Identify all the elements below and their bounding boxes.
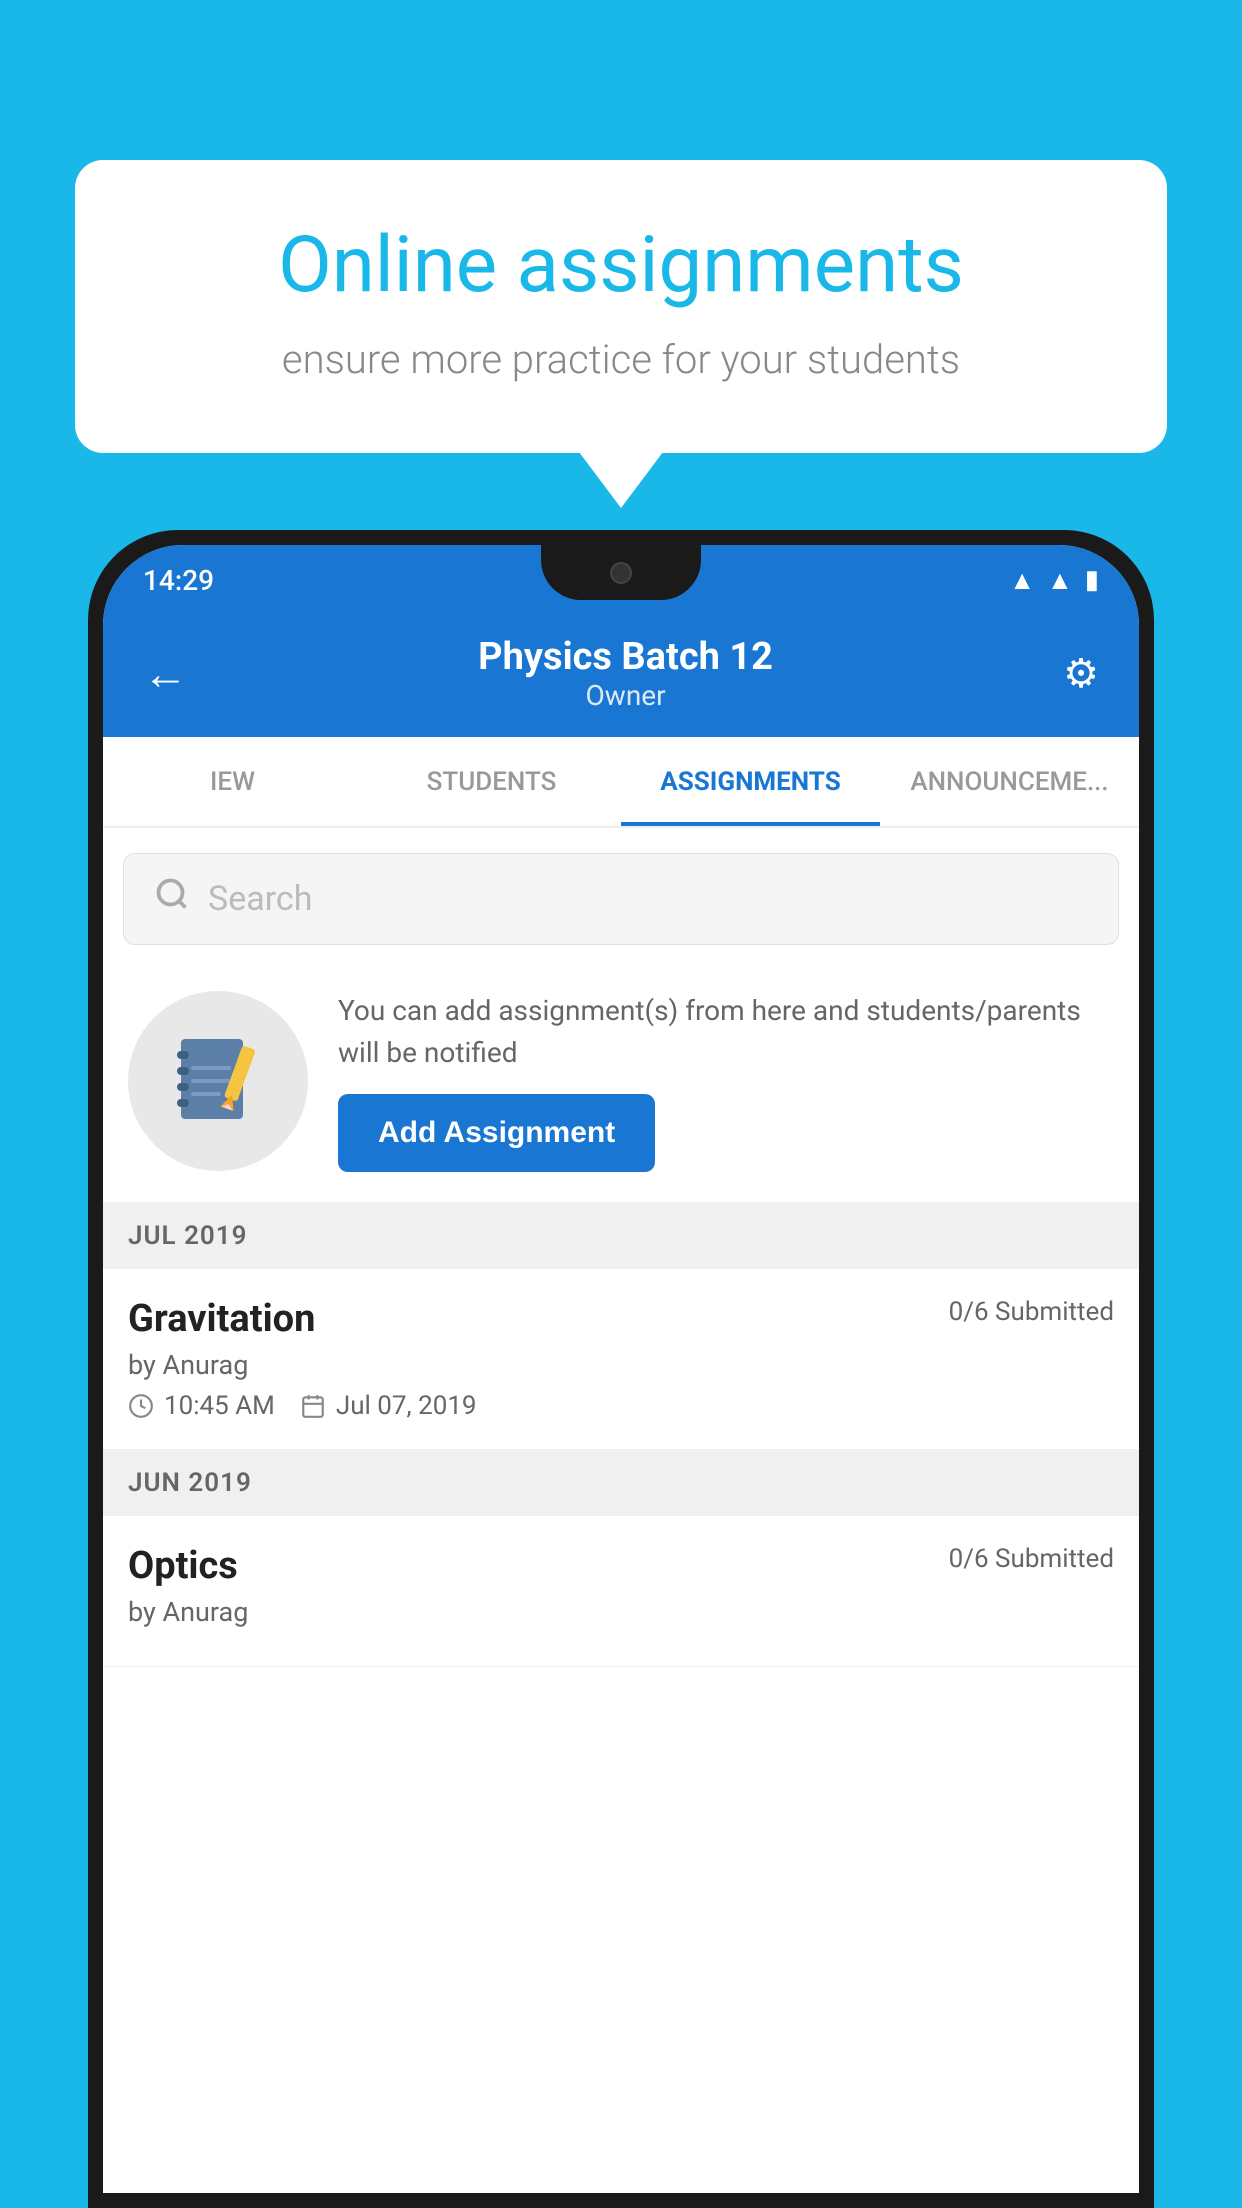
phone-device: 14:29 ▲ ▲ ▮ ← Physics Batch 12 <box>88 530 1154 2208</box>
signal-icon: ▲ <box>1047 565 1073 596</box>
month-header-jul: JUL 2019 <box>103 1203 1139 1269</box>
speech-bubble: Online assignments ensure more practice … <box>75 160 1167 453</box>
tabs-bar: IEW STUDENTS ASSIGNMENTS ANNOUNCEME... <box>103 737 1139 828</box>
tab-iew[interactable]: IEW <box>103 737 362 826</box>
speech-bubble-title: Online assignments <box>145 220 1097 311</box>
assignment-title-optics: Optics <box>128 1544 238 1588</box>
time-meta: 10:45 AM <box>128 1391 275 1421</box>
assignment-item-gravitation[interactable]: Gravitation 0/6 Submitted by Anurag 10:4… <box>103 1269 1139 1450</box>
assignment-author-optics: by Anurag <box>128 1596 1114 1628</box>
assignment-top: Gravitation 0/6 Submitted <box>128 1297 1114 1341</box>
speech-bubble-subtitle: ensure more practice for your students <box>145 336 1097 383</box>
header-title: Physics Batch 12 <box>478 635 773 679</box>
assignment-submitted-optics: 0/6 Submitted <box>949 1544 1114 1574</box>
status-bar: 14:29 ▲ ▲ ▮ <box>103 545 1139 615</box>
battery-icon: ▮ <box>1085 565 1099 595</box>
wifi-icon: ▲ <box>1009 565 1035 596</box>
header-subtitle: Owner <box>478 679 773 712</box>
date-meta: Jul 07, 2019 <box>300 1391 477 1421</box>
promo-icon-circle <box>128 991 308 1171</box>
app-header: ← Physics Batch 12 Owner ⚙ <box>103 615 1139 737</box>
camera-dot <box>610 562 632 584</box>
tab-assignments[interactable]: ASSIGNMENTS <box>621 737 880 826</box>
promo-section: You can add assignment(s) from here and … <box>103 970 1139 1203</box>
tab-students[interactable]: STUDENTS <box>362 737 621 826</box>
tab-announcements[interactable]: ANNOUNCEME... <box>880 737 1139 826</box>
assignment-author: by Anurag <box>128 1349 1114 1381</box>
promo-text: You can add assignment(s) from here and … <box>338 990 1114 1172</box>
phone-screen: 14:29 ▲ ▲ ▮ ← Physics Batch 12 <box>103 545 1139 2193</box>
calendar-icon <box>300 1393 326 1419</box>
add-assignment-button[interactable]: Add Assignment <box>338 1094 655 1172</box>
search-icon <box>154 876 190 922</box>
assignment-meta: 10:45 AM Jul 07, 2019 <box>128 1391 1114 1421</box>
speech-bubble-container: Online assignments ensure more practice … <box>75 160 1167 453</box>
search-placeholder: Search <box>208 879 312 919</box>
assignment-time: 10:45 AM <box>164 1391 275 1421</box>
assignment-date: Jul 07, 2019 <box>336 1391 477 1421</box>
status-icons: ▲ ▲ ▮ <box>1009 565 1099 596</box>
assignment-submitted: 0/6 Submitted <box>949 1297 1114 1327</box>
promo-description: You can add assignment(s) from here and … <box>338 990 1114 1074</box>
content-area: Search <box>103 828 1139 2193</box>
clock-icon <box>128 1393 154 1419</box>
back-button[interactable]: ← <box>143 647 188 700</box>
notch <box>541 545 701 600</box>
assignment-item-optics[interactable]: Optics 0/6 Submitted by Anurag <box>103 1516 1139 1667</box>
assignment-top-optics: Optics 0/6 Submitted <box>128 1544 1114 1588</box>
settings-button[interactable]: ⚙ <box>1063 650 1099 697</box>
search-bar[interactable]: Search <box>123 853 1119 945</box>
month-header-jun: JUN 2019 <box>103 1450 1139 1516</box>
phone-inner: 14:29 ▲ ▲ ▮ ← Physics Batch 12 <box>103 545 1139 2193</box>
header-center: Physics Batch 12 Owner <box>478 635 773 712</box>
assignment-title: Gravitation <box>128 1297 315 1341</box>
notebook-icon <box>173 1031 263 1131</box>
status-time: 14:29 <box>143 564 214 597</box>
